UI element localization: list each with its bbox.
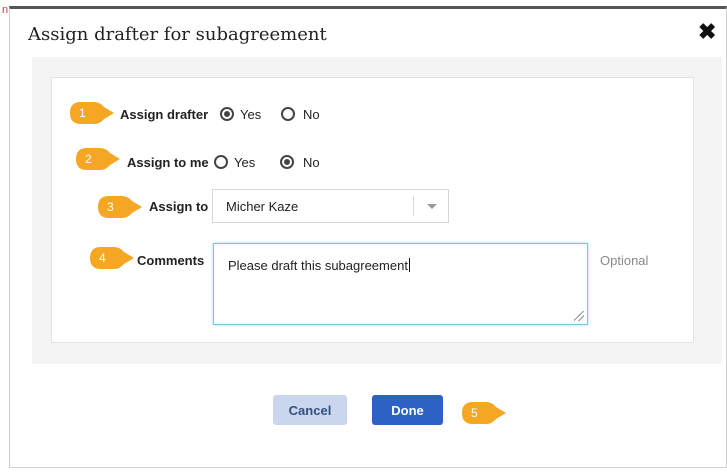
assign-drafter-dialog: Assign drafter for subagreement ✖ Assign…: [9, 6, 727, 468]
callout-marker-1: 1: [68, 100, 116, 126]
resize-handle-icon[interactable]: [574, 311, 584, 321]
comments-label: Comments: [137, 253, 205, 268]
assign-drafter-label: Assign drafter: [120, 107, 209, 122]
cancel-button[interactable]: Cancel: [273, 395, 347, 425]
assign-drafter-no-radio[interactable]: [281, 107, 295, 121]
dialog-title: Assign drafter for subagreement: [28, 24, 327, 45]
assign-to-label: Assign to: [149, 199, 209, 214]
comments-textarea[interactable]: Please draft this subagreement: [213, 243, 588, 325]
optional-hint: Optional: [600, 253, 649, 268]
callout-marker-4: 4: [88, 245, 136, 271]
chevron-down-icon[interactable]: [427, 204, 437, 209]
select-divider: [413, 196, 414, 216]
callout-marker-3: 3: [96, 194, 144, 220]
assign-drafter-yes-label[interactable]: Yes: [240, 107, 261, 122]
assign-drafter-no-label[interactable]: No: [303, 107, 320, 122]
assign-to-me-no-radio[interactable]: [280, 155, 294, 169]
close-icon[interactable]: ✖: [698, 21, 716, 43]
assign-to-me-no-label[interactable]: No: [303, 155, 320, 170]
done-button[interactable]: Done: [372, 395, 443, 425]
assign-to-me-yes-radio[interactable]: [214, 155, 228, 169]
assign-to-me-label: Assign to me: [127, 155, 209, 170]
assign-drafter-yes-radio[interactable]: [220, 107, 234, 121]
form-card: Assign drafter Yes No Assign to me Yes N…: [51, 77, 694, 343]
assign-to-value: Micher Kaze: [226, 199, 299, 214]
callout-marker-2: 2: [74, 146, 122, 172]
assign-to-select[interactable]: Micher Kaze: [212, 189, 449, 223]
comments-value: Please draft this subagreement: [228, 258, 410, 273]
background-fragment: n: [2, 4, 9, 16]
callout-marker-5: 5: [460, 400, 508, 426]
assign-to-me-yes-label[interactable]: Yes: [234, 155, 255, 170]
